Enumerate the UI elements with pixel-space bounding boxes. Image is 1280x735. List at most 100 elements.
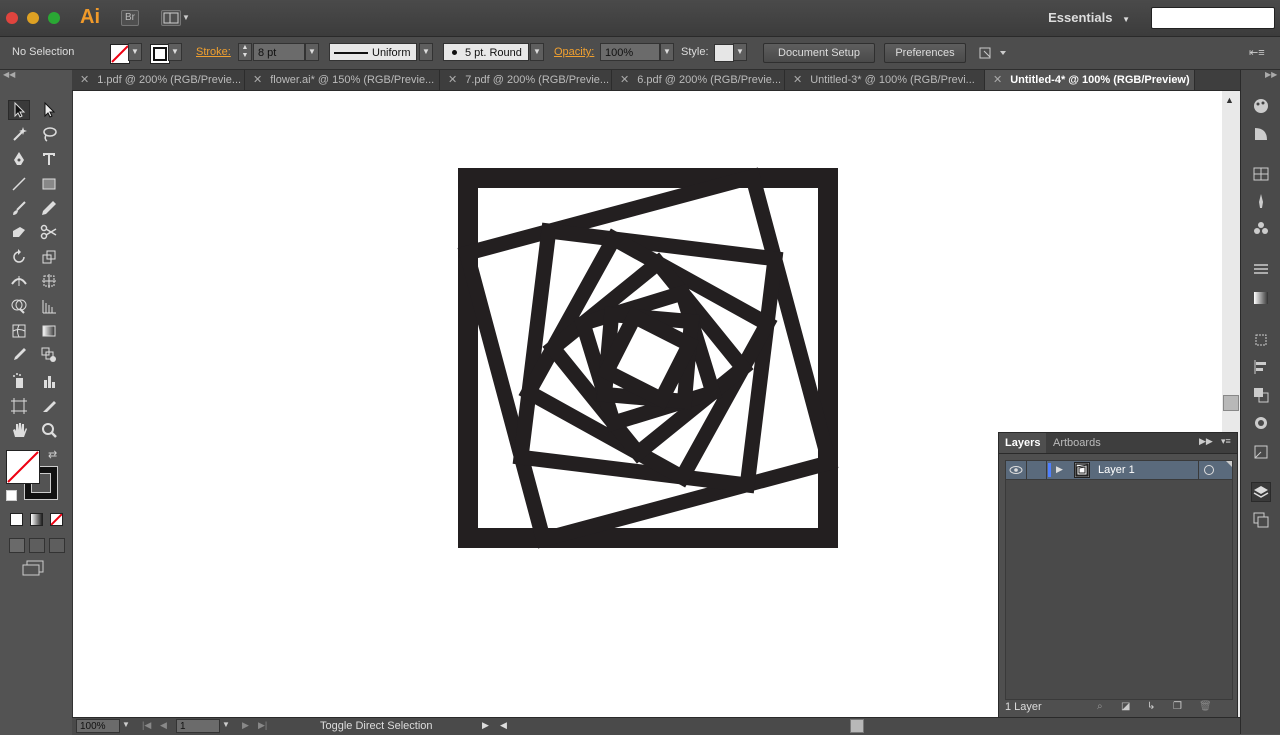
brushes-icon[interactable] [1251, 191, 1271, 211]
lock-toggle[interactable] [1026, 461, 1047, 479]
opacity-field[interactable]: 100% [600, 43, 660, 61]
close-icon[interactable]: ✕ [793, 74, 802, 86]
panel-menu-icon[interactable]: ⇤≡ [1249, 46, 1265, 59]
scroll-left-icon[interactable]: ◀ [500, 720, 507, 731]
type-tool[interactable] [38, 149, 60, 169]
spiral-square[interactable] [457, 167, 839, 549]
scroll-thumb[interactable] [1223, 395, 1239, 411]
perspective-grid-tool[interactable] [38, 296, 60, 316]
pen-tool[interactable] [8, 149, 30, 169]
rotate-tool[interactable] [8, 247, 30, 267]
selection-indicator-icon[interactable] [1226, 461, 1232, 467]
symbols-icon[interactable] [1251, 219, 1271, 239]
hand-tool[interactable] [8, 420, 30, 440]
align-icon[interactable] [1251, 357, 1271, 377]
gradient-tool[interactable] [38, 321, 60, 341]
tab-flower-ai[interactable]: ✕ flower.ai* @ 150% (RGB/Previe... [245, 70, 440, 90]
graphic-styles-icon[interactable] [1251, 442, 1271, 462]
brush-dropdown[interactable]: ▼ [530, 43, 544, 61]
transform-icon[interactable] [1251, 330, 1271, 350]
scroll-up-icon[interactable]: ▲ [1225, 95, 1234, 105]
collapse-panel-icon[interactable]: ▶▶ [1199, 436, 1213, 447]
artboards-panel-icon[interactable] [1251, 510, 1271, 530]
status-message[interactable]: Toggle Direct Selection [320, 720, 433, 732]
tab-layers[interactable]: Layers [999, 433, 1047, 453]
eyedropper-tool[interactable] [8, 345, 30, 365]
tab-artboards[interactable]: Artboards [1047, 433, 1107, 453]
expand-triangle-icon[interactable]: ▶ [1056, 464, 1063, 475]
tab-untitled-3[interactable]: ✕ Untitled-3* @ 100% (RGB/Previ... [785, 70, 985, 90]
layer-row[interactable]: ▶ Layer 1 [1005, 460, 1233, 480]
status-menu-icon[interactable]: ▶ [482, 720, 489, 731]
stroke-swatch[interactable] [150, 44, 170, 64]
blob-brush-tool[interactable] [8, 222, 30, 242]
stroke-weight-dropdown[interactable]: ▼ [305, 43, 319, 61]
pathfinder-icon[interactable] [1251, 385, 1271, 405]
pencil-tool[interactable] [38, 198, 60, 218]
stroke-panel-icon[interactable] [1251, 260, 1271, 280]
graphic-style-swatch[interactable] [714, 44, 734, 62]
create-sublayer-icon[interactable]: ↳ [1147, 701, 1155, 712]
blend-tool[interactable] [38, 345, 60, 365]
artboard-number-field[interactable]: 1 [176, 719, 220, 733]
fill-color-box[interactable] [6, 450, 40, 484]
close-icon[interactable]: ✕ [993, 74, 1002, 86]
layer-name[interactable]: Layer 1 [1098, 464, 1135, 476]
screen-mode-icon[interactable] [22, 560, 44, 579]
draw-inside-button[interactable] [49, 538, 65, 553]
artboard-tool[interactable] [8, 396, 30, 416]
magic-wand-tool[interactable] [8, 124, 30, 144]
close-icon[interactable]: ✕ [620, 74, 629, 86]
tab-1-pdf[interactable]: ✕ 1.pdf @ 200% (RGB/Previe... [72, 70, 245, 90]
arrange-dropdown-icon[interactable]: ▼ [182, 13, 190, 22]
next-artboard-icon[interactable]: ▶ [242, 720, 249, 731]
selection-tool[interactable] [8, 100, 30, 120]
stroke-label[interactable]: Stroke: [196, 46, 231, 58]
brush-definition[interactable]: 5 pt. Round [443, 43, 529, 61]
style-dropdown[interactable]: ▼ [733, 43, 747, 61]
profile-dropdown[interactable]: ▼ [419, 43, 433, 61]
scale-tool[interactable] [38, 247, 60, 267]
column-graph-tool[interactable] [38, 371, 60, 391]
zoom-field[interactable]: 100% [76, 719, 120, 733]
paintbrush-tool[interactable] [8, 198, 30, 218]
gradient-panel-icon[interactable] [1251, 288, 1271, 308]
tab-7-pdf[interactable]: ✕ 7.pdf @ 200% (RGB/Previe... [440, 70, 612, 90]
stroke-weight-stepper[interactable]: ▲ ▼ [238, 43, 252, 61]
stroke-color-dropdown[interactable]: ▼ [168, 43, 182, 61]
color-mode-button[interactable] [10, 513, 23, 526]
expand-panels-icon[interactable]: ▶▶ [1265, 70, 1277, 79]
close-window-button[interactable] [6, 12, 18, 24]
color-icon[interactable] [1251, 96, 1271, 116]
horizontal-scroll-thumb[interactable] [850, 719, 864, 733]
tab-untitled-4[interactable]: ✕ Untitled-4* @ 100% (RGB/Preview) [985, 70, 1195, 90]
last-artboard-icon[interactable]: ▶| [258, 720, 267, 731]
make-clipping-mask-icon[interactable]: ◪ [1121, 701, 1130, 712]
lasso-tool[interactable] [38, 124, 60, 144]
width-tool[interactable] [8, 271, 30, 291]
draw-behind-button[interactable] [29, 538, 45, 553]
draw-normal-button[interactable] [9, 538, 25, 553]
default-colors-icon[interactable] [6, 490, 17, 501]
zoom-tool[interactable] [38, 420, 60, 440]
workspace-switcher[interactable]: Essentials ▼ [1048, 10, 1130, 25]
close-icon[interactable]: ✕ [253, 74, 262, 86]
arrange-documents-button[interactable] [161, 10, 181, 26]
appearance-icon[interactable] [1251, 413, 1271, 433]
zoom-dropdown-icon[interactable]: ▼ [122, 720, 130, 729]
bridge-button[interactable]: Br [121, 10, 139, 26]
opacity-dropdown[interactable]: ▼ [660, 43, 674, 61]
panel-menu-icon[interactable]: ▾≡ [1221, 436, 1231, 447]
previous-artboard-icon[interactable]: ◀ [160, 720, 167, 731]
swap-fill-stroke-icon[interactable]: ⇄ [48, 448, 57, 461]
color-guide-icon[interactable] [1251, 124, 1271, 144]
new-layer-icon[interactable]: ❐ [1173, 701, 1182, 712]
close-icon[interactable]: ✕ [80, 74, 89, 86]
opacity-label[interactable]: Opacity: [554, 46, 594, 58]
close-icon[interactable]: ✕ [448, 74, 457, 86]
none-mode-button[interactable] [50, 513, 63, 526]
target-circle-icon[interactable] [1204, 465, 1214, 475]
preferences-button[interactable]: Preferences [884, 43, 966, 63]
trash-icon[interactable]: 🗑 [1199, 701, 1212, 712]
collapse-panel-icon[interactable]: ◀◀ [3, 70, 15, 79]
